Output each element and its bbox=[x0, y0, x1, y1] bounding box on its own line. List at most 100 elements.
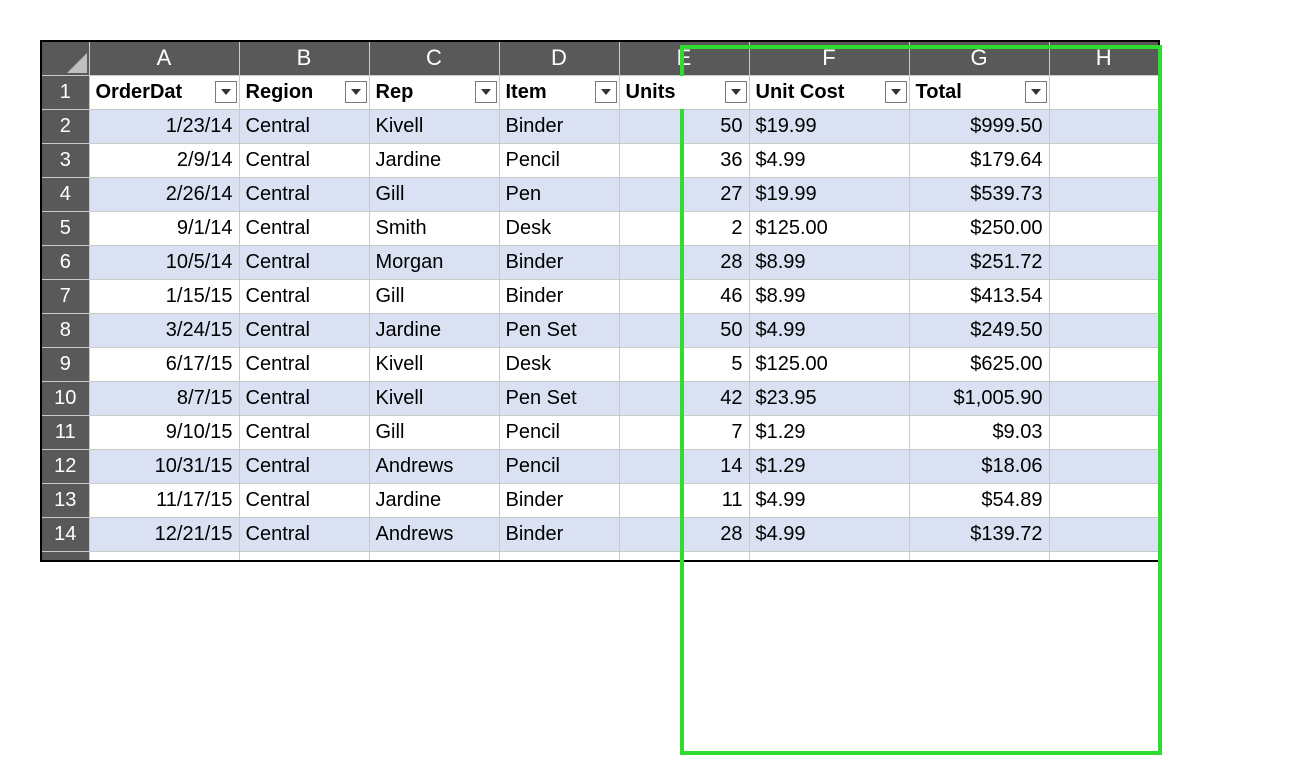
cell-A4[interactable]: 2/26/14 bbox=[89, 177, 239, 211]
cell-A12[interactable]: 10/31/15 bbox=[89, 449, 239, 483]
cell-C8[interactable]: Jardine bbox=[369, 313, 499, 347]
cell-C9[interactable]: Kivell bbox=[369, 347, 499, 381]
cell-F3[interactable]: $4.99 bbox=[749, 143, 909, 177]
cell-A10[interactable]: 8/7/15 bbox=[89, 381, 239, 415]
cell-B13[interactable]: Central bbox=[239, 483, 369, 517]
cell-E9[interactable]: 5 bbox=[619, 347, 749, 381]
row-header-14[interactable]: 14 bbox=[41, 517, 89, 551]
cell-G5[interactable]: $250.00 bbox=[909, 211, 1049, 245]
cell-E5[interactable]: 2 bbox=[619, 211, 749, 245]
cell-C13[interactable]: Jardine bbox=[369, 483, 499, 517]
cell-A11[interactable]: 9/10/15 bbox=[89, 415, 239, 449]
cell-H3[interactable] bbox=[1049, 143, 1159, 177]
cell-F4[interactable]: $19.99 bbox=[749, 177, 909, 211]
col-header-E[interactable]: E bbox=[619, 41, 749, 75]
row-header-5[interactable]: 5 bbox=[41, 211, 89, 245]
filter-button-orderdate[interactable] bbox=[215, 81, 237, 103]
cell-F2[interactable]: $19.99 bbox=[749, 109, 909, 143]
cell-A3[interactable]: 2/9/14 bbox=[89, 143, 239, 177]
cell-H5[interactable] bbox=[1049, 211, 1159, 245]
cell-G10[interactable]: $1,005.90 bbox=[909, 381, 1049, 415]
row-header-12[interactable]: 12 bbox=[41, 449, 89, 483]
cell-G13[interactable]: $54.89 bbox=[909, 483, 1049, 517]
cell-G12[interactable]: $18.06 bbox=[909, 449, 1049, 483]
cell-C11[interactable]: Gill bbox=[369, 415, 499, 449]
cell-A8[interactable]: 3/24/15 bbox=[89, 313, 239, 347]
cell-G9[interactable]: $625.00 bbox=[909, 347, 1049, 381]
header-unitcost[interactable]: Unit Cost bbox=[749, 75, 909, 109]
cell-H8[interactable] bbox=[1049, 313, 1159, 347]
cell-B8[interactable]: Central bbox=[239, 313, 369, 347]
cell-D7[interactable]: Binder bbox=[499, 279, 619, 313]
cell-H7[interactable] bbox=[1049, 279, 1159, 313]
cell-D2[interactable]: Binder bbox=[499, 109, 619, 143]
cell-D4[interactable]: Pen bbox=[499, 177, 619, 211]
cell-F7[interactable]: $8.99 bbox=[749, 279, 909, 313]
cell-D14[interactable]: Binder bbox=[499, 517, 619, 551]
filter-button-item[interactable] bbox=[595, 81, 617, 103]
row-header-1[interactable]: 1 bbox=[41, 75, 89, 109]
cell-B11[interactable]: Central bbox=[239, 415, 369, 449]
cell-C14[interactable]: Andrews bbox=[369, 517, 499, 551]
cell-B6[interactable]: Central bbox=[239, 245, 369, 279]
cell-F9[interactable]: $125.00 bbox=[749, 347, 909, 381]
cell-H4[interactable] bbox=[1049, 177, 1159, 211]
cell-B2[interactable]: Central bbox=[239, 109, 369, 143]
cell-A13[interactable]: 11/17/15 bbox=[89, 483, 239, 517]
cell-A9[interactable]: 6/17/15 bbox=[89, 347, 239, 381]
cell-F8[interactable]: $4.99 bbox=[749, 313, 909, 347]
filter-button-region[interactable] bbox=[345, 81, 367, 103]
filter-button-unitcost[interactable] bbox=[885, 81, 907, 103]
cell-E6[interactable]: 28 bbox=[619, 245, 749, 279]
cell-E13[interactable]: 11 bbox=[619, 483, 749, 517]
cell-B7[interactable]: Central bbox=[239, 279, 369, 313]
cell-E11[interactable]: 7 bbox=[619, 415, 749, 449]
cell-F5[interactable]: $125.00 bbox=[749, 211, 909, 245]
col-header-D[interactable]: D bbox=[499, 41, 619, 75]
cell-H9[interactable] bbox=[1049, 347, 1159, 381]
cell-C2[interactable]: Kivell bbox=[369, 109, 499, 143]
cell-E10[interactable]: 42 bbox=[619, 381, 749, 415]
filter-button-total[interactable] bbox=[1025, 81, 1047, 103]
cell-H6[interactable] bbox=[1049, 245, 1159, 279]
header-units[interactable]: Units bbox=[619, 75, 749, 109]
cell-H13[interactable] bbox=[1049, 483, 1159, 517]
filter-button-rep[interactable] bbox=[475, 81, 497, 103]
row-header-10[interactable]: 10 bbox=[41, 381, 89, 415]
cell-B3[interactable]: Central bbox=[239, 143, 369, 177]
cell-B4[interactable]: Central bbox=[239, 177, 369, 211]
cell-G4[interactable]: $539.73 bbox=[909, 177, 1049, 211]
cell-D11[interactable]: Pencil bbox=[499, 415, 619, 449]
cell-C10[interactable]: Kivell bbox=[369, 381, 499, 415]
row-header-11[interactable]: 11 bbox=[41, 415, 89, 449]
cell-H1[interactable] bbox=[1049, 75, 1159, 109]
cell-H14[interactable] bbox=[1049, 517, 1159, 551]
header-region[interactable]: Region bbox=[239, 75, 369, 109]
cell-B14[interactable]: Central bbox=[239, 517, 369, 551]
cell-D6[interactable]: Binder bbox=[499, 245, 619, 279]
cell-E8[interactable]: 50 bbox=[619, 313, 749, 347]
filter-button-units[interactable] bbox=[725, 81, 747, 103]
row-header-6[interactable]: 6 bbox=[41, 245, 89, 279]
cell-E4[interactable]: 27 bbox=[619, 177, 749, 211]
header-orderdate[interactable]: OrderDat bbox=[89, 75, 239, 109]
cell-E2[interactable]: 50 bbox=[619, 109, 749, 143]
col-header-B[interactable]: B bbox=[239, 41, 369, 75]
cell-H12[interactable] bbox=[1049, 449, 1159, 483]
header-rep[interactable]: Rep bbox=[369, 75, 499, 109]
cell-D13[interactable]: Binder bbox=[499, 483, 619, 517]
cell-D8[interactable]: Pen Set bbox=[499, 313, 619, 347]
cell-H11[interactable] bbox=[1049, 415, 1159, 449]
cell-E3[interactable]: 36 bbox=[619, 143, 749, 177]
cell-B5[interactable]: Central bbox=[239, 211, 369, 245]
col-header-A[interactable]: A bbox=[89, 41, 239, 75]
cell-F12[interactable]: $1.29 bbox=[749, 449, 909, 483]
cell-H2[interactable] bbox=[1049, 109, 1159, 143]
cell-D12[interactable]: Pencil bbox=[499, 449, 619, 483]
cell-H10[interactable] bbox=[1049, 381, 1159, 415]
cell-G11[interactable]: $9.03 bbox=[909, 415, 1049, 449]
select-all-corner[interactable] bbox=[41, 41, 89, 75]
cell-F11[interactable]: $1.29 bbox=[749, 415, 909, 449]
cell-D9[interactable]: Desk bbox=[499, 347, 619, 381]
cell-A6[interactable]: 10/5/14 bbox=[89, 245, 239, 279]
